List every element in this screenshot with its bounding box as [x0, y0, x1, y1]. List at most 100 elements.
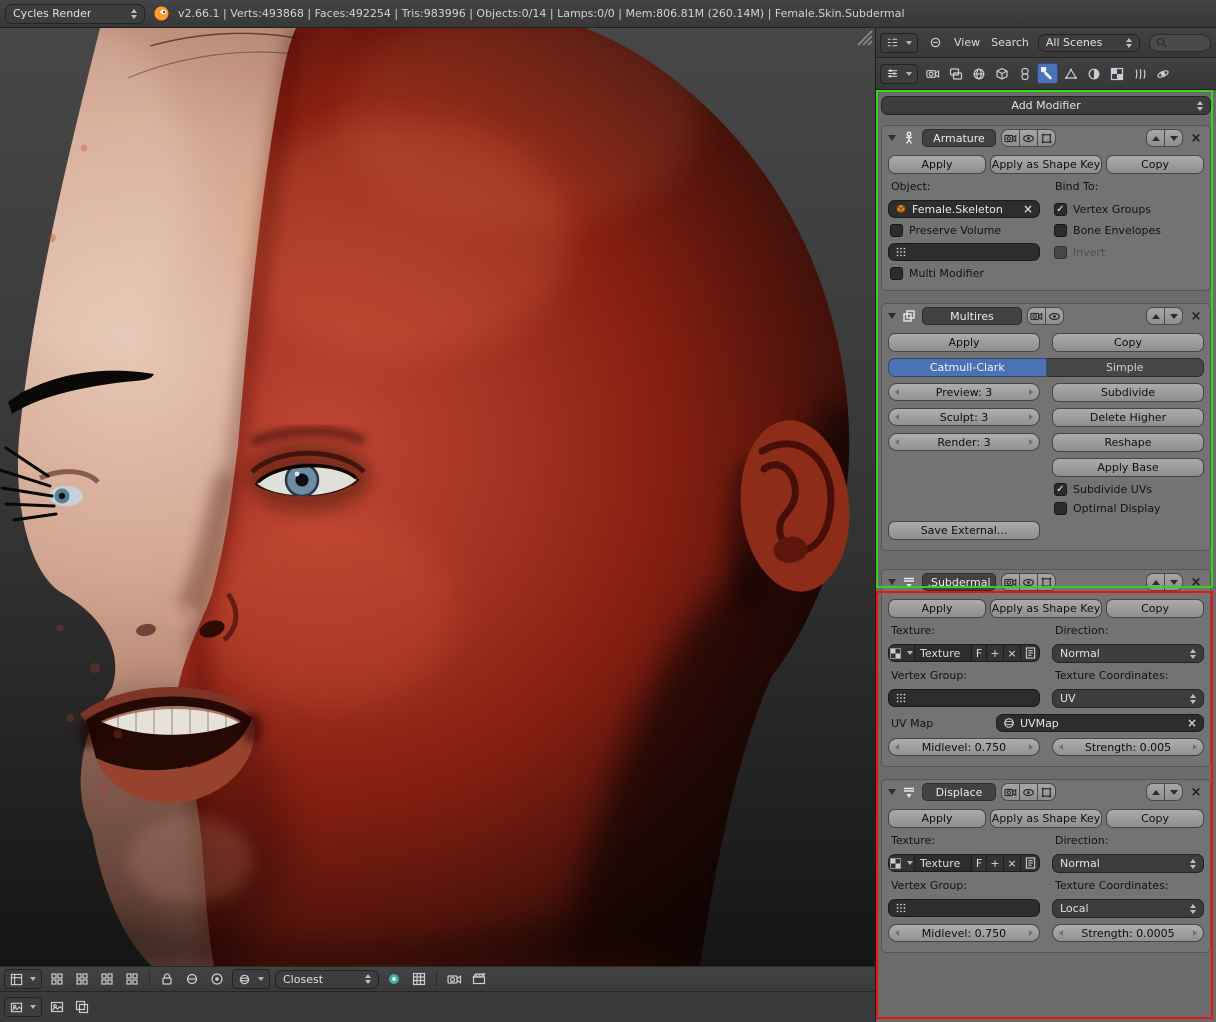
copy-button[interactable]: Copy — [1052, 333, 1204, 352]
tab-physics[interactable] — [1152, 63, 1173, 84]
vertex-group-field[interactable] — [888, 689, 1040, 707]
editmode-visibility-toggle[interactable] — [1037, 783, 1056, 801]
editor-type-select-image[interactable] — [4, 997, 42, 1017]
vertex-group-field[interactable] — [888, 899, 1040, 917]
move-up-button[interactable] — [1146, 129, 1165, 147]
collapse-triangle-icon[interactable] — [888, 135, 896, 141]
vertex-groups-checkbox-row[interactable]: ✓ Vertex Groups — [1052, 200, 1204, 218]
multi-modifier-checkbox-row[interactable]: Multi Modifier — [888, 267, 1040, 280]
tab-world[interactable] — [968, 63, 989, 84]
fake-user-toggle[interactable]: F — [972, 854, 987, 872]
armature-object-field[interactable]: Female.Skeleton × — [888, 200, 1040, 218]
texture-browse-button[interactable] — [888, 854, 915, 872]
apply-button[interactable]: Apply — [888, 333, 1040, 352]
checkbox-optimal-display[interactable] — [1054, 502, 1067, 515]
filter-icon[interactable] — [925, 33, 945, 53]
add-modifier-select[interactable]: Add Modifier — [881, 96, 1211, 115]
editor-type-select-properties[interactable] — [880, 64, 918, 84]
copy-button[interactable]: Copy — [1106, 599, 1204, 618]
copy-button[interactable]: Copy — [1106, 809, 1204, 828]
snap-element-select[interactable] — [232, 969, 270, 989]
move-down-button[interactable] — [1164, 307, 1183, 325]
modifier-name-field[interactable]: Displace — [922, 783, 996, 801]
snap-target-icon[interactable] — [384, 969, 404, 989]
direction-select[interactable]: Normal — [1052, 854, 1204, 873]
preview-level-slider[interactable]: Preview: 3 — [888, 383, 1040, 401]
delete-modifier-button[interactable]: × — [1188, 785, 1204, 800]
tab-material[interactable] — [1083, 63, 1104, 84]
show-texture-button[interactable] — [1021, 644, 1040, 662]
bone-envelopes-checkbox-row[interactable]: Bone Envelopes — [1052, 224, 1204, 237]
uv-grid-icon[interactable] — [409, 969, 429, 989]
tab-scene[interactable] — [945, 63, 966, 84]
fake-user-toggle[interactable]: F — [972, 644, 987, 662]
delete-modifier-button[interactable]: × — [1188, 575, 1204, 590]
menu-search[interactable]: Search — [989, 36, 1031, 49]
viewport-visibility-toggle[interactable] — [1019, 783, 1038, 801]
checkbox-invert[interactable] — [1054, 246, 1067, 259]
checkbox-preserve-volume[interactable] — [890, 224, 903, 237]
viewport-visibility-toggle[interactable] — [1019, 573, 1038, 591]
render-visibility-toggle[interactable] — [1001, 783, 1020, 801]
move-down-button[interactable] — [1164, 573, 1183, 591]
texture-coordinates-select[interactable]: UV — [1052, 689, 1204, 708]
preserve-volume-checkbox-row[interactable]: Preserve Volume — [888, 224, 1040, 237]
tab-constraints[interactable] — [1014, 63, 1035, 84]
unlink-texture-button[interactable]: × — [1004, 854, 1021, 872]
simple-option[interactable]: Simple — [1047, 358, 1205, 377]
apply-button[interactable]: Apply — [888, 809, 986, 828]
display-mode-icon[interactable] — [182, 969, 202, 989]
move-down-button[interactable] — [1164, 783, 1183, 801]
apply-as-shape-key-button[interactable]: Apply as Shape Key — [990, 599, 1102, 618]
modifier-name-field[interactable]: Armature — [922, 129, 996, 147]
strength-slider[interactable]: Strength: 0.005 — [1052, 738, 1204, 756]
outliner-search-input[interactable] — [1149, 34, 1211, 52]
clapperboard-icon[interactable] — [469, 969, 489, 989]
delete-modifier-button[interactable]: × — [1188, 309, 1204, 324]
invert-checkbox-row[interactable]: Invert — [1052, 243, 1204, 261]
move-up-button[interactable] — [1146, 307, 1165, 325]
render-engine-select[interactable]: Cycles Render — [5, 4, 145, 24]
show-texture-button[interactable] — [1021, 854, 1040, 872]
checkbox-vertex-groups[interactable]: ✓ — [1054, 203, 1067, 216]
uv-map-field[interactable]: UVMap × — [996, 714, 1204, 732]
editor-type-select-3dview[interactable] — [4, 969, 42, 989]
collapse-triangle-icon[interactable] — [888, 313, 896, 319]
reshape-button[interactable]: Reshape — [1052, 433, 1204, 452]
apply-button[interactable]: Apply — [888, 155, 986, 174]
apply-as-shape-key-button[interactable]: Apply as Shape Key — [990, 809, 1102, 828]
move-up-button[interactable] — [1146, 573, 1165, 591]
snap-mode-select[interactable]: Closest — [275, 970, 379, 989]
tab-particles[interactable] — [1129, 63, 1150, 84]
lock-icon[interactable] — [157, 969, 177, 989]
subdivide-button[interactable]: Subdivide — [1052, 383, 1204, 402]
checkbox-multi-modifier[interactable] — [890, 267, 903, 280]
image-icon[interactable] — [47, 997, 67, 1017]
midlevel-slider[interactable]: Midlevel: 0.750 — [888, 738, 1040, 756]
render-visibility-toggle[interactable] — [1001, 573, 1020, 591]
clear-object-icon[interactable]: × — [1023, 203, 1033, 215]
collapse-triangle-icon[interactable] — [888, 789, 896, 795]
copy-button[interactable]: Copy — [1106, 155, 1204, 174]
tab-render[interactable] — [922, 63, 943, 84]
modifier-name-field[interactable]: .Subdermal — [922, 573, 996, 591]
image-stack-icon[interactable] — [72, 997, 92, 1017]
strength-slider[interactable]: Strength: 0.0005 — [1052, 924, 1204, 942]
subdivide-uvs-checkbox-row[interactable]: ✓ Subdivide UVs — [1052, 483, 1204, 496]
menu-view[interactable]: View — [952, 36, 982, 49]
collapse-triangle-icon[interactable] — [888, 579, 896, 585]
tab-texture[interactable] — [1106, 63, 1127, 84]
move-down-button[interactable] — [1164, 129, 1183, 147]
editor-type-select-outliner[interactable] — [880, 33, 918, 53]
texture-browse-button[interactable] — [888, 644, 915, 662]
catmull-clark-option[interactable]: Catmull-Clark — [888, 358, 1047, 377]
texture-name-field[interactable]: Texture — [915, 644, 972, 662]
unlink-texture-button[interactable]: × — [1004, 644, 1021, 662]
viewport-visibility-toggle[interactable] — [1045, 307, 1064, 325]
optimal-display-checkbox-row[interactable]: Optimal Display — [1052, 502, 1204, 515]
render-level-slider[interactable]: Render: 3 — [888, 433, 1040, 451]
render-visibility-toggle[interactable] — [1001, 129, 1020, 147]
layer-grid-icon[interactable] — [47, 969, 67, 989]
move-up-button[interactable] — [1146, 783, 1165, 801]
region-resize-grip[interactable] — [856, 29, 874, 47]
